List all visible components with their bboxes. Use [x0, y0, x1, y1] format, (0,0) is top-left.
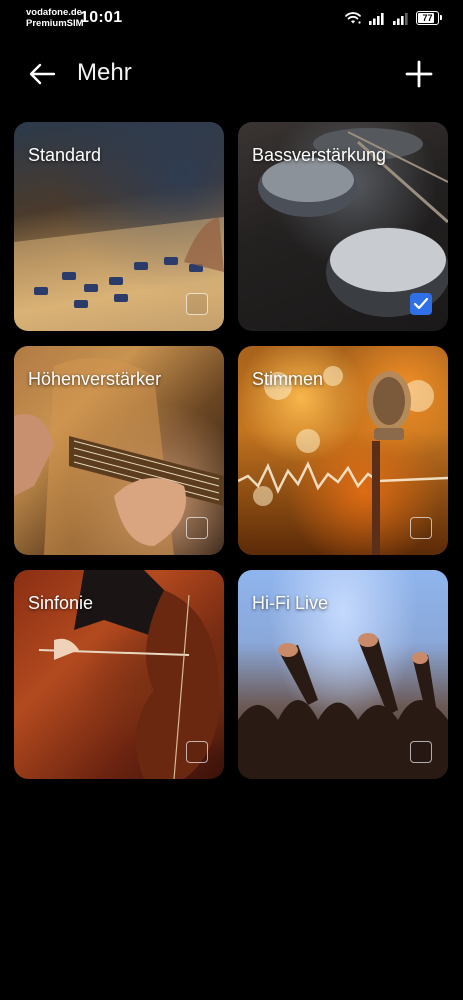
preset-label: Sinfonie: [28, 593, 94, 613]
preset-checkbox[interactable]: [410, 741, 432, 763]
preset-card-hifi-live[interactable]: Hi-Fi Live: [238, 570, 448, 779]
preset-card-hoehenverstaerker[interactable]: Höhenverstärker: [14, 346, 224, 555]
preset-card-standard[interactable]: Standard: [14, 122, 224, 331]
checkmark-icon: [413, 297, 429, 310]
preset-checkbox[interactable]: [186, 293, 208, 315]
page-title: Mehr: [77, 59, 132, 86]
wifi-icon: [345, 12, 361, 24]
carrier-name: vodafone.de PremiumSIM: [26, 7, 84, 29]
preset-label: Stimmen: [252, 369, 324, 389]
preset-card-sinfonie[interactable]: Sinfonie: [14, 570, 224, 779]
back-button[interactable]: [26, 58, 58, 90]
plus-icon: [405, 60, 433, 88]
battery-level: 77: [422, 13, 433, 23]
battery-icon: 77: [416, 11, 442, 25]
preset-checkbox[interactable]: [186, 517, 208, 539]
signal-icon: [393, 12, 408, 25]
signal-icon: [369, 12, 384, 25]
status-icons: 77: [344, 9, 442, 27]
arrow-left-icon: [29, 63, 56, 85]
preset-label: Höhenverstärker: [28, 369, 162, 389]
carrier-line-1: vodafone.de: [26, 7, 82, 18]
preset-label: Hi-Fi Live: [252, 593, 329, 613]
preset-checkbox[interactable]: [410, 517, 432, 539]
preset-card-stimmen[interactable]: Stimmen: [238, 346, 448, 555]
header: Mehr: [0, 48, 463, 100]
preset-label: Bassverstärkung: [252, 145, 387, 165]
preset-label: Standard: [28, 145, 102, 165]
add-button[interactable]: [403, 58, 435, 90]
status-time: 10:01: [80, 9, 123, 26]
status-bar: vodafone.de PremiumSIM 10:01 77: [0, 0, 463, 40]
preset-card-bassverstaerkung[interactable]: Bassverstärkung: [238, 122, 448, 331]
carrier-line-2: PremiumSIM: [26, 18, 84, 29]
preset-checkbox-checked[interactable]: [410, 293, 432, 315]
preset-checkbox[interactable]: [186, 741, 208, 763]
